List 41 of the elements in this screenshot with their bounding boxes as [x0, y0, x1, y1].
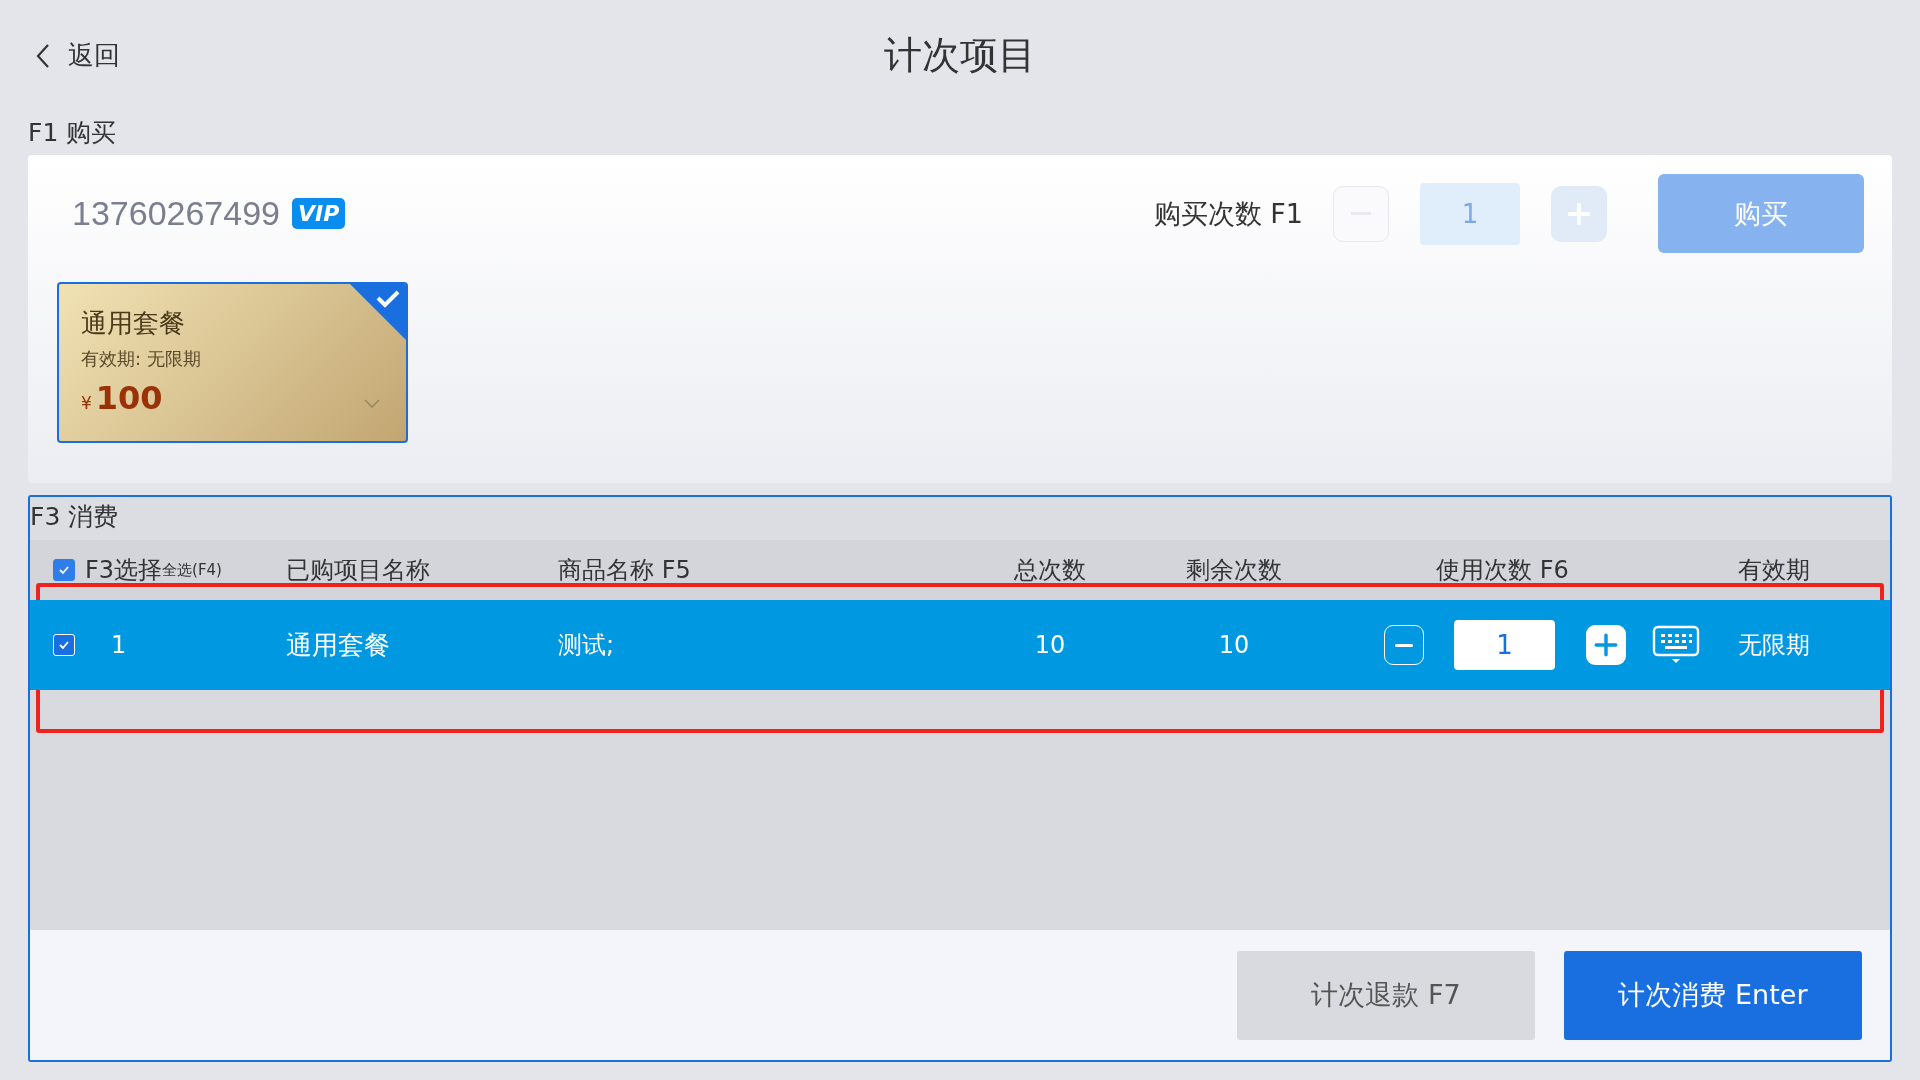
page-title: 计次项目: [884, 31, 1036, 79]
plus-icon: [1593, 632, 1619, 658]
column-header: 使用次数 F6: [1436, 555, 1569, 586]
plus-icon: [1566, 200, 1592, 227]
back-button[interactable]: 返回: [36, 38, 120, 73]
package-name: 通用套餐: [81, 307, 185, 340]
checkbox[interactable]: [53, 559, 75, 581]
phone-number: 13760267499: [72, 194, 280, 233]
column-header: 剩余次数: [1186, 555, 1282, 586]
package-card[interactable]: 通用套餐 有效期: 无限期 ¥100: [57, 282, 408, 443]
keyboard-icon[interactable]: [1652, 625, 1700, 665]
check-icon: [58, 639, 70, 651]
table-cell-text: 无限期: [1738, 630, 1810, 661]
currency-sign: ¥: [81, 393, 92, 413]
increase-button[interactable]: [1586, 625, 1626, 665]
package-validity: 有效期: 无限期: [81, 347, 201, 371]
package-price: 100: [95, 379, 163, 417]
refund-button[interactable]: 计次退款 F7: [1237, 950, 1535, 1040]
back-label[interactable]: 返回: [68, 38, 120, 73]
check-icon: [350, 284, 406, 340]
column-header: 商品名称 F5: [558, 555, 691, 586]
table-cell-text: 通用套餐: [286, 628, 390, 662]
chevron-left-icon: [36, 42, 50, 69]
table-row[interactable]: 1 通用套餐 测试; 10 10 1 无限期: [30, 600, 1890, 690]
column-header: F3选择: [85, 555, 163, 586]
select-all-hint: 全选(F4): [162, 560, 222, 579]
table-cell: 1: [111, 631, 127, 659]
section-label: F1 购买: [28, 117, 118, 149]
vip-badge: VIP: [292, 198, 346, 229]
minus-icon: [1394, 643, 1414, 647]
quantity-label: 购买次数 F1: [1153, 196, 1303, 231]
use-count-field[interactable]: 1: [1454, 620, 1555, 670]
table-cell: 10: [1218, 631, 1250, 659]
column-header: 总次数: [1014, 555, 1086, 586]
consume-button[interactable]: 计次消费 Enter: [1564, 950, 1862, 1040]
table-cell-text: 测试;: [558, 630, 615, 661]
chevron-down-icon[interactable]: [364, 399, 380, 409]
column-header: 有效期: [1738, 555, 1810, 586]
check-icon: [58, 564, 70, 576]
table-cell: 10: [1034, 631, 1066, 659]
column-header: 已购项目名称: [286, 555, 430, 586]
